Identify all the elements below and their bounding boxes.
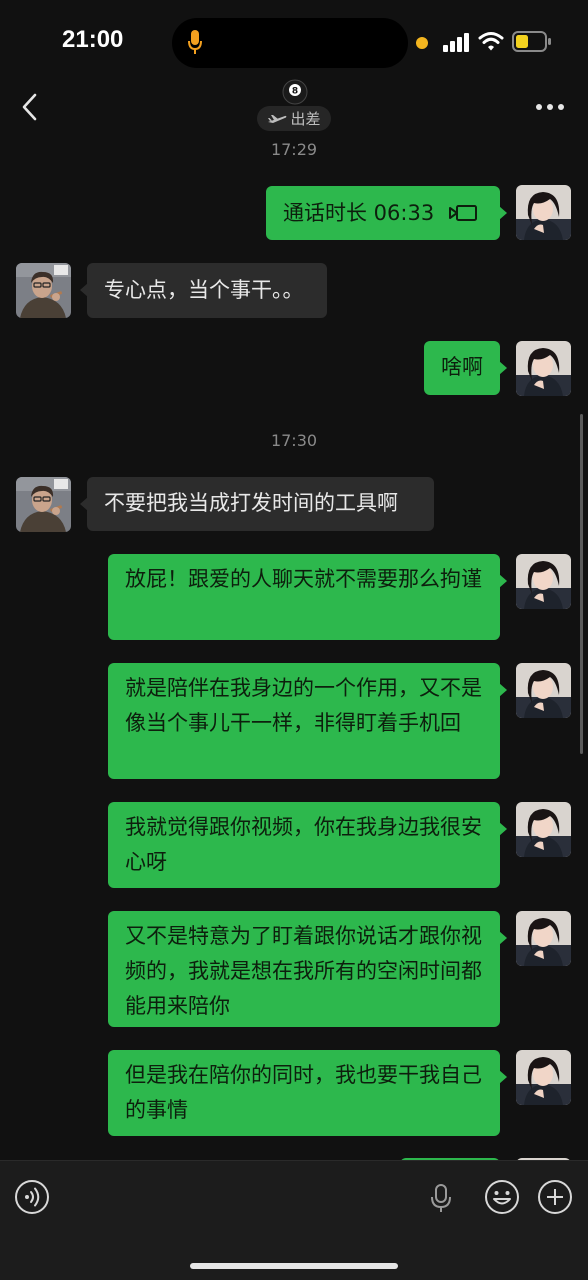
avatar[interactable] [16, 263, 71, 318]
camera-indicator [416, 37, 428, 49]
message-bubble[interactable]: 我就觉得跟你视频，你在我身边我很安心呀 [108, 802, 507, 888]
avatar[interactable] [516, 341, 571, 396]
avatar[interactable] [516, 663, 571, 718]
microphone-icon[interactable] [428, 1183, 454, 1213]
message-bubble[interactable]: 就是陪伴在我身边的一个作用，又不是像当个事儿干一样，非得盯着手机回 [108, 663, 507, 779]
chevron-left-icon[interactable] [18, 92, 44, 122]
input-bar [0, 1160, 588, 1280]
dynamic-island [172, 18, 408, 68]
message-bubble[interactable]: 不要把我当成打发时间的工具啊 [80, 477, 434, 531]
avatar[interactable] [516, 554, 571, 609]
8-ball-emoji: 8 [282, 79, 308, 105]
status-text: 出差 [290, 110, 321, 128]
wifi-icon [478, 32, 504, 51]
voice-mode-icon[interactable] [14, 1179, 50, 1215]
status-time: 21:00 [62, 26, 124, 53]
message-bubble[interactable]: 专心点，当个事干。。 [80, 263, 327, 318]
battery-icon [512, 31, 551, 52]
svg-text:8: 8 [292, 87, 298, 97]
message-bubble[interactable]: 啥啊 [424, 341, 507, 395]
chat-header: 8 出差 [0, 79, 588, 138]
avatar[interactable] [16, 477, 71, 532]
message-bubble[interactable]: 但是我在陪你的同时，我也要干我自己的事情 [108, 1050, 507, 1136]
avatar[interactable] [516, 1050, 571, 1105]
home-indicator[interactable] [190, 1263, 398, 1269]
avatar[interactable] [516, 911, 571, 966]
video-call-icon [449, 205, 478, 221]
airplane-icon [268, 114, 287, 123]
avatar[interactable] [516, 802, 571, 857]
scroll-indicator[interactable] [580, 414, 583, 754]
message-text: 通话时长 06:33 [283, 200, 435, 225]
message-list[interactable]: 17:29 通话时长 06:33 专心点，当个事干。。 啥啊 17:30 不要把… [0, 138, 588, 1160]
contact-status[interactable]: 出差 [257, 106, 331, 131]
call-record-bubble[interactable]: 通话时长 06:33 [266, 186, 507, 240]
signal-icon [443, 33, 469, 52]
plus-icon[interactable] [537, 1179, 573, 1215]
microphone-icon [188, 30, 202, 54]
avatar[interactable] [516, 185, 571, 240]
status-bar: 21:00 [0, 0, 588, 84]
timestamp: 17:29 [270, 140, 318, 159]
more-dots-icon[interactable] [535, 102, 565, 112]
message-bubble[interactable]: 放屁！跟爱的人聊天就不需要那么拘谨 [108, 554, 507, 640]
timestamp: 17:30 [270, 431, 318, 450]
message-input[interactable] [66, 1177, 406, 1217]
message-bubble[interactable]: 又不是特意为了盯着跟你说话才跟你视频的，我就是想在我所有的空闲时间都能用来陪你 [108, 911, 507, 1027]
emoji-icon[interactable] [484, 1179, 520, 1215]
